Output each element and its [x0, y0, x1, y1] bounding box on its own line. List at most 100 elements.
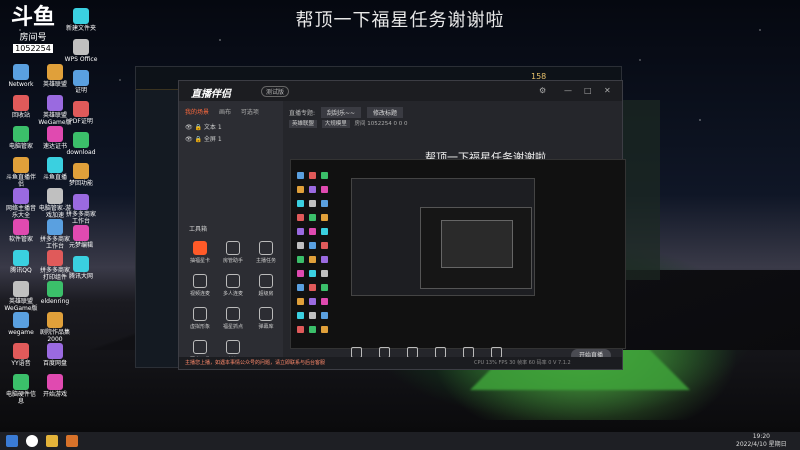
desktop-shortcut[interactable]: 拼多多商家工作台	[64, 194, 98, 225]
desktop-shortcut[interactable]: 回收站	[4, 95, 38, 119]
desktop-shortcut[interactable]: 电脑硬件信息	[4, 374, 38, 405]
chrome-icon[interactable]	[26, 435, 38, 447]
tool-button[interactable]: 房管助手	[218, 241, 248, 264]
app-icon	[13, 64, 29, 80]
tool-icon	[259, 274, 273, 288]
desktop-shortcut[interactable]: YY语音	[4, 343, 38, 367]
desktop-shortcut[interactable]: 元梦编辑	[64, 225, 98, 249]
scene-item[interactable]: 👁 🔒 文本 1	[185, 122, 222, 131]
preview-icon	[297, 284, 304, 291]
lol-side-panel	[620, 100, 660, 280]
app-icon	[73, 70, 89, 86]
preview-icon	[321, 326, 328, 333]
desktop-shortcut[interactable]: 百度网盘	[38, 343, 72, 367]
douyu-watermark: 斗鱼 房间号 1052254	[10, 6, 56, 53]
app-icon	[47, 374, 63, 390]
desktop-shortcut[interactable]: 腾讯大网	[64, 256, 98, 280]
desktop-shortcut[interactable]: Network	[4, 64, 38, 88]
desktop-shortcut[interactable]: 梦回功能	[64, 163, 98, 187]
app-icon	[73, 101, 89, 117]
preview-icon	[309, 186, 316, 193]
scene-item[interactable]: 👁 🔒 全屏 1	[185, 134, 222, 143]
tab-canvas[interactable]: 画布	[219, 109, 231, 116]
streaming-app-taskbar-icon[interactable]	[66, 435, 78, 447]
shortcut-label: 新建文件夹	[65, 25, 96, 32]
streaming-app-window[interactable]: 直播伴侣 测试版 ⚙ — □ ✕ 我的场景 画布 可选项 👁 🔒 文本 1 👁 …	[178, 80, 626, 370]
desktop-shortcut[interactable]: 软件管家	[4, 219, 38, 243]
desktop-shortcut[interactable]: PDF证明	[64, 101, 98, 125]
tool-button[interactable]: 抽福星卡	[185, 241, 215, 264]
desktop-shortcut[interactable]: 电脑管家	[4, 126, 38, 150]
app-icon	[13, 343, 29, 359]
app-icon	[73, 8, 89, 24]
desktop-shortcut[interactable]: 开始游戏	[38, 374, 72, 398]
shortcut-label: 腾讯QQ	[10, 267, 32, 274]
shortcut-label: 梦回功能	[68, 180, 93, 187]
topic-input[interactable]: 刮刮乐~~	[320, 107, 362, 118]
game-tag[interactable]: 英雄联盟	[289, 120, 318, 128]
app-icon	[13, 95, 29, 111]
app-icon	[47, 64, 63, 80]
app-icon	[73, 163, 89, 179]
maximize-icon[interactable]: □	[584, 86, 592, 95]
tool-icon	[193, 307, 207, 321]
preview-icon	[321, 172, 328, 179]
app-icon	[13, 312, 29, 328]
scene-label: 全屏 1	[203, 136, 222, 143]
preview-icon	[309, 228, 316, 235]
desktop-shortcut[interactable]: 网络主播音乐大全	[4, 188, 38, 219]
app-icon	[47, 95, 63, 111]
desktop-shortcut[interactable]: 腾讯QQ	[4, 250, 38, 274]
minimize-icon[interactable]: —	[564, 86, 572, 95]
app-icon	[13, 126, 29, 142]
desktop-shortcut[interactable]: eldenring	[38, 281, 72, 305]
desktop-shortcut[interactable]: wegame	[4, 312, 38, 336]
shortcut-label: 网络主播音乐大全	[5, 205, 36, 219]
count: 0	[393, 121, 398, 127]
preview-icon	[297, 312, 304, 319]
shortcut-label: YY语音	[11, 360, 31, 367]
desktop-shortcut[interactable]: 斗鱼直播伴侣	[4, 157, 38, 188]
preview-icon	[309, 172, 316, 179]
close-icon[interactable]: ✕	[604, 86, 611, 95]
tool-button[interactable]: 主播任务	[251, 241, 281, 264]
desktop-shortcut[interactable]: download	[64, 132, 98, 156]
preview-icon	[297, 214, 304, 221]
preview-icon	[309, 242, 316, 249]
desktop-shortcut[interactable]: 剧院作品集 2000	[38, 312, 72, 343]
tool-label: 弹幕库	[258, 324, 274, 330]
stream-preview[interactable]	[290, 159, 626, 349]
tool-button[interactable]: 多人连麦	[218, 274, 248, 297]
tool-label: 抽福星卡	[189, 258, 210, 264]
preview-icon	[297, 256, 304, 263]
desktop-shortcut[interactable]: WPS Office	[64, 39, 98, 63]
main-panel: 直播专题: 刮刮乐~~ 修改标题 英雄联盟 大规模里 房间 1052254 0 …	[285, 101, 626, 369]
edit-title-button[interactable]: 修改标题	[366, 107, 403, 118]
preview-icon	[297, 200, 304, 207]
desktop-shortcut[interactable]: 证明	[64, 70, 98, 94]
app-titlebar: 直播伴侣 测试版 ⚙ — □ ✕	[179, 81, 622, 101]
desktop-shortcut[interactable]: 英雄联盟 WeGame版	[4, 281, 38, 312]
scene-label: 文本 1	[203, 124, 222, 131]
tool-icon	[193, 274, 207, 288]
tool-button[interactable]: 超级房	[251, 274, 281, 297]
app-icon	[13, 374, 29, 390]
settings-icon[interactable]: ⚙	[539, 86, 546, 95]
tab-my-scenes[interactable]: 我的场景	[185, 109, 209, 116]
folder-icon[interactable]	[46, 435, 58, 447]
taskbar: 19:20 2022/4/10 星期日	[0, 432, 800, 450]
area-tag[interactable]: 大规模里	[321, 120, 350, 128]
preview-icon	[321, 214, 328, 221]
tab-options[interactable]: 可选项	[241, 109, 259, 116]
tool-label: 超级房	[258, 291, 274, 297]
shortcut-label: 电脑管家	[8, 143, 33, 150]
tool-button[interactable]: 视频连麦	[185, 274, 215, 297]
app-icon	[13, 219, 29, 235]
tool-button[interactable]: 弹幕库	[251, 307, 281, 330]
desktop-shortcut[interactable]: 新建文件夹	[64, 8, 98, 32]
tool-icon	[193, 241, 207, 255]
tool-button[interactable]: 福星抓点	[218, 307, 248, 330]
preview-icon	[309, 312, 316, 319]
tool-button[interactable]: 虚拟形象	[185, 307, 215, 330]
start-icon[interactable]	[6, 435, 18, 447]
